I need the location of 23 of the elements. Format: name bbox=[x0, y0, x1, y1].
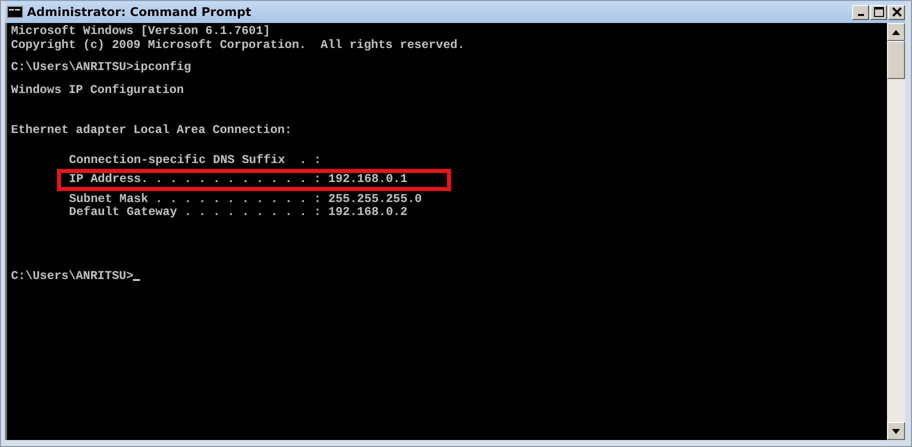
console-line: Microsoft Windows [Version 6.1.7601] bbox=[11, 25, 270, 38]
minimize-icon bbox=[858, 14, 864, 16]
minimize-button[interactable] bbox=[852, 4, 869, 20]
console-line: Ethernet adapter Local Area Connection: bbox=[11, 124, 292, 138]
scroll-down-button[interactable] bbox=[887, 422, 905, 440]
close-icon bbox=[892, 7, 902, 17]
console-icon bbox=[7, 6, 23, 18]
scrollbar-thumb[interactable] bbox=[887, 41, 905, 79]
console-line: C:\Users\ANRITSU>ipconfig bbox=[11, 61, 192, 74]
close-button[interactable] bbox=[888, 4, 905, 20]
console-line: Subnet Mask . . . . . . . . . . . : 255.255.255.0 bbox=[69, 192, 422, 206]
vertical-scrollbar[interactable] bbox=[887, 23, 905, 440]
console-line: Copyright (c) 2009 Microsoft Corporation. All rights reserved. bbox=[11, 38, 465, 52]
console-line: Windows IP Configuration bbox=[11, 84, 184, 97]
up-arrow-icon bbox=[892, 30, 900, 34]
console-line: C:\Users\ANRITSU> bbox=[11, 270, 134, 283]
down-arrow-icon bbox=[892, 428, 900, 434]
console-line: Default Gateway . . . . . . . . . : 192.168.0.2 bbox=[69, 206, 408, 220]
maximize-icon bbox=[874, 7, 884, 17]
console-line: Connection-specific DNS Suffix . : bbox=[69, 154, 322, 167]
maximize-button[interactable] bbox=[870, 4, 887, 20]
scroll-up-button[interactable] bbox=[887, 23, 905, 41]
window-title: Administrator: Command Prompt bbox=[27, 5, 252, 19]
